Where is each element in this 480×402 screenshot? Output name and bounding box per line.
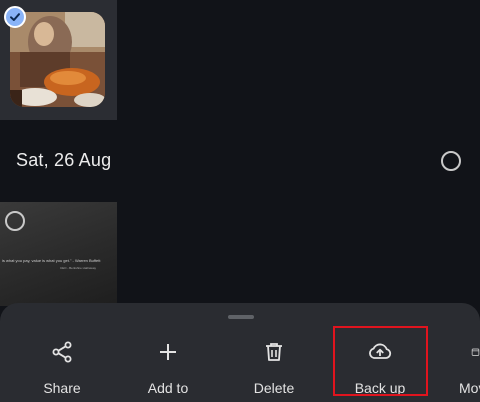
select-photo-circle-icon[interactable] [5, 211, 25, 231]
photo-quote-attribution: CEO - Berkshire Hathaway [60, 266, 97, 270]
action-sheet: Share Add to Delete Back up Mo [0, 303, 480, 402]
share-icon [49, 339, 75, 365]
back-up-label: Back up [354, 380, 406, 396]
share-button[interactable]: Share [14, 333, 110, 399]
move-button[interactable]: Move [438, 333, 480, 399]
add-to-label: Add to [147, 380, 189, 396]
date-header: Sat, 26 Aug [16, 150, 112, 170]
cloud-upload-icon [367, 339, 393, 365]
photo-thumbnail[interactable]: is what you pay, value is what you get."… [0, 202, 117, 306]
add-to-button[interactable]: Add to [120, 333, 216, 399]
selected-check-icon[interactable] [4, 6, 26, 28]
drag-handle[interactable] [228, 315, 254, 319]
move-icon [438, 339, 480, 365]
photo-image [10, 12, 105, 107]
plus-icon [155, 339, 181, 365]
delete-label: Delete [253, 380, 295, 396]
back-up-button[interactable]: Back up [332, 333, 428, 399]
select-date-group-circle-icon[interactable] [441, 151, 461, 171]
trash-icon [261, 339, 287, 365]
share-label: Share [43, 380, 81, 396]
photo-quote-text: is what you pay, value is what you get."… [2, 258, 101, 263]
delete-button[interactable]: Delete [226, 333, 322, 399]
move-label: Move [459, 380, 480, 396]
photo-thumbnail-selected[interactable] [0, 0, 117, 120]
